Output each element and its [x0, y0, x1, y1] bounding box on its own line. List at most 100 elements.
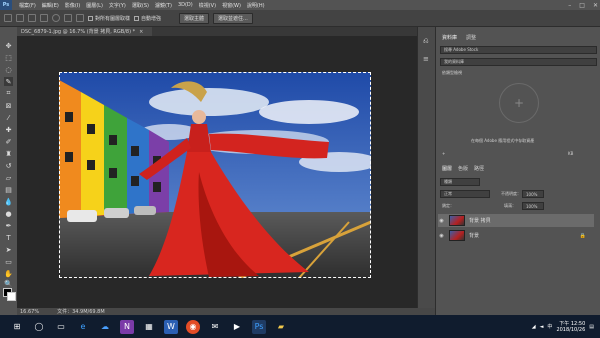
hand-tool-icon[interactable]: ✋ — [4, 269, 13, 278]
windows-start-icon[interactable]: ⊞ — [10, 320, 24, 334]
clock[interactable]: 下午 12:50 2018/10/26 — [556, 321, 585, 333]
subtract-selection-icon[interactable] — [40, 14, 48, 22]
visibility-eye-icon[interactable]: ◉ — [438, 218, 445, 224]
marquee-tool-icon[interactable]: ⬚ — [4, 53, 13, 62]
auto-enhance-checkbox[interactable]: 自動增強 — [134, 15, 161, 22]
task-view-icon[interactable]: ▭ — [54, 320, 68, 334]
edge-icon[interactable]: e — [76, 320, 90, 334]
panel-icon-strip: ⎌ ≡ — [417, 27, 436, 308]
file-explorer-icon[interactable]: ▰ — [274, 320, 288, 334]
tab-adjustments[interactable]: 調整 — [466, 34, 476, 41]
select-subject-button[interactable]: 選取主體 — [179, 12, 210, 24]
photoshop-taskbar-icon[interactable]: Ps — [252, 319, 266, 334]
menu-view[interactable]: 檢視(V) — [196, 2, 219, 9]
chrome-icon[interactable]: ◉ — [186, 319, 200, 334]
close-tab-icon[interactable]: × — [139, 29, 143, 35]
type-tool-icon[interactable]: T — [4, 233, 13, 242]
background-color-swatch[interactable] — [7, 292, 16, 301]
pressure-icon[interactable] — [76, 14, 84, 22]
network-icon[interactable]: ◢ — [532, 324, 536, 330]
media-icon[interactable]: ▶ — [230, 320, 244, 334]
onedrive-icon[interactable]: ☁ — [98, 320, 112, 334]
rectangle-tool-icon[interactable]: ▭ — [4, 257, 13, 266]
select-and-mask-button[interactable]: 選取並遮住... — [213, 12, 253, 24]
healing-brush-tool-icon[interactable]: ✚ — [4, 125, 13, 134]
path-selection-tool-icon[interactable]: ➤ — [4, 245, 13, 254]
new-selection-icon[interactable] — [16, 14, 24, 22]
search-icon[interactable]: ◯ — [32, 320, 46, 334]
library-add-icon[interactable]: + — [442, 151, 445, 156]
layer-name[interactable]: 背景 — [469, 232, 479, 239]
sample-all-layers-checkbox[interactable]: 對所有圖層取樣 — [88, 15, 130, 22]
menu-file[interactable]: 檔案(F) — [16, 2, 39, 9]
menu-edit[interactable]: 編輯(E) — [39, 2, 62, 9]
library-size-label: KB — [568, 151, 574, 156]
blur-tool-icon[interactable]: 💧 — [4, 197, 13, 206]
menu-3d[interactable]: 3D(D) — [175, 2, 196, 8]
move-tool-icon[interactable]: ✥ — [4, 41, 13, 50]
eraser-tool-icon[interactable]: ▱ — [4, 173, 13, 182]
checkbox-icon[interactable] — [134, 15, 140, 21]
menu-select[interactable]: 選取(S) — [129, 2, 152, 9]
history-panel-icon[interactable]: ⎌ — [423, 37, 429, 46]
opacity-input[interactable]: 100% — [522, 190, 544, 198]
add-asset-icon[interactable]: + — [499, 83, 539, 123]
menu-layer[interactable]: 圖層(L) — [83, 2, 106, 9]
window-controls: – □ ✕ — [568, 0, 598, 10]
layer-kind-filter[interactable]: 種類 — [440, 178, 480, 186]
menu-filter[interactable]: 濾鏡(T) — [152, 2, 175, 9]
opacity-label: 不透明度： — [501, 191, 521, 196]
clock-date: 2018/10/26 — [556, 326, 586, 333]
properties-panel-icon[interactable]: ≡ — [423, 55, 429, 63]
visibility-eye-icon[interactable]: ◉ — [438, 233, 445, 239]
brush-tool-icon[interactable]: ✐ — [4, 137, 13, 146]
brush-angle-icon[interactable] — [64, 14, 72, 22]
dodge-tool-icon[interactable]: ● — [4, 209, 13, 218]
clone-stamp-tool-icon[interactable]: ♜ — [4, 149, 13, 158]
volume-icon[interactable]: ◄ — [540, 324, 544, 330]
mail-icon[interactable]: ✉ — [208, 320, 222, 334]
eyedropper-tool-icon[interactable]: ⁄ — [4, 113, 13, 122]
minimize-icon[interactable]: – — [568, 2, 571, 9]
zoom-level[interactable]: 16.67% — [20, 309, 39, 315]
brush-size-icon[interactable] — [52, 14, 60, 22]
blend-mode-select[interactable]: 正常 — [440, 190, 490, 198]
tab-paths[interactable]: 路徑 — [474, 165, 484, 172]
maximize-icon[interactable]: □ — [579, 2, 585, 9]
layer-name[interactable]: 背景 拷貝 — [469, 217, 491, 224]
pen-tool-icon[interactable]: ✒ — [4, 221, 13, 230]
document-tab[interactable]: DSC_6879-1.jpg @ 16.7% (背景 拷貝, RGB/8) * … — [17, 27, 152, 36]
library-select[interactable]: 我的資料庫 — [440, 58, 597, 66]
crop-tool-icon[interactable]: ⌗ — [4, 89, 13, 98]
add-selection-icon[interactable] — [28, 14, 36, 22]
library-search-input[interactable]: 搜尋 Adobe Stock — [440, 46, 597, 54]
windows-taskbar: ⊞ ◯ ▭ e ☁ N ▦ W ◉ ✉ ▶ Ps ▰ ◢ ◄ 中 下午 12:5… — [0, 315, 600, 338]
menu-type[interactable]: 文字(Y) — [106, 2, 129, 9]
layer-row-selected[interactable]: ◉ 背景 拷貝 — [438, 214, 594, 227]
tab-library[interactable]: 資料庫 — [442, 34, 457, 41]
checkbox-icon[interactable] — [88, 15, 93, 21]
fill-input[interactable]: 100% — [522, 202, 544, 210]
layer-row[interactable]: ◉ 背景 🔒 — [438, 229, 594, 242]
gradient-tool-icon[interactable]: ▤ — [4, 185, 13, 194]
lasso-tool-icon[interactable]: ◌ — [4, 65, 13, 74]
menu-image[interactable]: 影像(I) — [62, 2, 83, 9]
input-method-indicator[interactable]: 中 — [547, 323, 552, 330]
clock-time: 下午 12:50 — [559, 320, 586, 327]
word-icon[interactable]: W — [164, 319, 178, 334]
menu-window[interactable]: 視窗(W) — [219, 2, 244, 9]
close-window-icon[interactable]: ✕ — [593, 2, 598, 9]
history-brush-tool-icon[interactable]: ↺ — [4, 161, 13, 170]
store-icon[interactable]: ▦ — [142, 320, 156, 334]
onenote-icon[interactable]: N — [120, 319, 134, 334]
auto-enhance-label: 自動增強 — [141, 15, 162, 22]
frame-tool-icon[interactable]: ⊠ — [4, 101, 13, 110]
library-view-label[interactable]: 依類型檢視 — [442, 70, 462, 76]
quick-selection-tool-icon[interactable]: ✎ — [4, 77, 13, 86]
menu-help[interactable]: 說明(H) — [244, 2, 268, 9]
quick-select-tool-icon[interactable] — [4, 14, 12, 22]
notification-icon[interactable]: ▤ — [589, 324, 594, 330]
tab-layers[interactable]: 圖層 — [442, 165, 452, 172]
tab-channels[interactable]: 色版 — [458, 165, 468, 172]
zoom-tool-icon[interactable]: 🔍 — [4, 279, 13, 288]
